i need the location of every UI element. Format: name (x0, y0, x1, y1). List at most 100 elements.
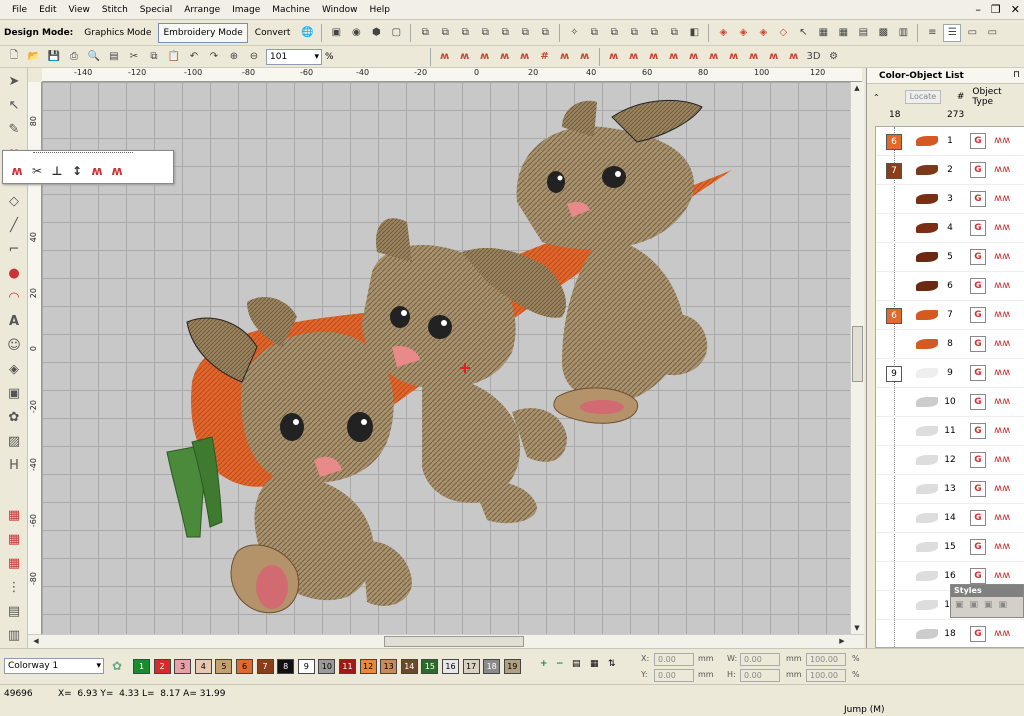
list-item[interactable]: 7 2 Gʍʍ (876, 156, 1024, 185)
list-item[interactable]: 18 Gʍʍ (876, 620, 1024, 647)
menu-special[interactable]: Special (134, 0, 178, 20)
stitch-type-icon[interactable]: ʍ (605, 48, 623, 66)
thread-swatch[interactable]: 13 (380, 659, 398, 674)
open-folder-icon[interactable]: 📂 (25, 48, 43, 66)
stitch-type-icon[interactable]: ʍ (665, 48, 683, 66)
stitch-type-icon[interactable]: ʍ (725, 48, 743, 66)
thread-swatch[interactable]: 19 (503, 659, 521, 674)
grid-tool-icon[interactable]: ▦ (3, 552, 25, 574)
horizontal-scrollbar[interactable]: ◀ ▶ (28, 634, 864, 648)
grid-icon[interactable]: ▦ (814, 24, 832, 42)
layer-icon[interactable]: ⧉ (625, 24, 643, 42)
embroidery-mode-button[interactable]: Embroidery Mode (158, 22, 248, 43)
convert-button[interactable]: Convert (250, 23, 296, 43)
circle-tool-icon[interactable]: ● (3, 262, 25, 284)
stitch-type-icon[interactable]: ʍ (516, 48, 534, 66)
text-tool-icon[interactable]: A (3, 310, 25, 332)
stitch-type-icon[interactable]: ʍ (436, 48, 454, 66)
vertical-scrollbar[interactable]: ▲ ▼ (850, 82, 864, 634)
layer-icon[interactable]: ⧉ (605, 24, 623, 42)
color-palette-icon[interactable]: ◧ (685, 24, 703, 42)
menu-file[interactable]: File (6, 0, 33, 20)
thread-swatch[interactable]: 3 (174, 659, 192, 674)
scroll-left-icon[interactable]: ◀ (30, 635, 42, 647)
stitch-grid-icon[interactable]: # (536, 48, 554, 66)
list-item[interactable]: 4 Gʍʍ (876, 214, 1024, 243)
outline-leaf-icon[interactable]: ◈ (754, 24, 772, 42)
hatch-tool-icon[interactable]: ▨ (3, 430, 25, 452)
thread-swatch[interactable]: 4 (194, 659, 212, 674)
hexagon-icon[interactable]: ⬢ (367, 24, 385, 42)
pointer-icon[interactable]: ↖ (794, 24, 812, 42)
thread-swatch[interactable]: 11 (339, 659, 356, 674)
diamond-tool-icon[interactable]: ◈ (3, 358, 25, 380)
jump-icon[interactable]: ↕ (67, 161, 87, 181)
stitch-type-icon[interactable]: ʍ (476, 48, 494, 66)
thread-swatch[interactable]: 17 (462, 659, 480, 674)
layer-icon[interactable]: ⧉ (456, 24, 474, 42)
thread-swatch[interactable]: 16 (442, 659, 459, 674)
print-icon[interactable]: ⎙ (65, 48, 83, 66)
list-item[interactable]: 10 Gʍʍ (876, 388, 1024, 417)
restore-button[interactable]: ❐ (991, 3, 1001, 16)
minimize-button[interactable]: – (975, 3, 981, 16)
list-item[interactable]: 12 Gʍʍ (876, 446, 1024, 475)
h-percent-field[interactable]: 100.00 (806, 669, 846, 682)
list-item[interactable]: 15 Gʍʍ (876, 533, 1024, 562)
w-percent-field[interactable]: 100.00 (806, 653, 846, 666)
style-icon[interactable]: ▣ (999, 600, 1008, 610)
scroll-down-icon[interactable]: ▼ (851, 622, 863, 634)
style-icon[interactable]: ▣ (970, 600, 979, 610)
scroll-right-icon[interactable]: ▶ (836, 635, 848, 647)
color-box[interactable]: 6 (886, 308, 902, 324)
stitch-type-icon[interactable]: ʍ (107, 161, 127, 181)
list-item[interactable]: 8 Gʍʍ (876, 330, 1024, 359)
stitch-type-icon[interactable]: ʍ (625, 48, 643, 66)
menu-edit[interactable]: Edit (33, 0, 62, 20)
list-item[interactable]: 11 Gʍʍ (876, 417, 1024, 446)
list-item[interactable]: 6 7 Gʍʍ (876, 301, 1024, 330)
locate-button[interactable]: Locate (905, 90, 941, 104)
menu-stitch[interactable]: Stitch (96, 0, 134, 20)
stitch-type-icon[interactable]: ʍ (556, 48, 574, 66)
layer-icon[interactable]: ⧉ (476, 24, 494, 42)
reshape-icon[interactable]: ↖ (3, 94, 25, 116)
vertical-scroll-thumb[interactable] (852, 326, 863, 382)
thread-swatch[interactable]: 14 (400, 659, 418, 674)
list-item[interactable]: 13 Gʍʍ (876, 475, 1024, 504)
thread-swatch[interactable]: 15 (421, 659, 439, 674)
panel-icon[interactable]: ▭ (983, 24, 1001, 42)
polyline-tool-icon[interactable]: ⌐ (3, 238, 25, 260)
list-item[interactable]: 9 9 Gʍʍ (876, 359, 1024, 388)
undo-icon[interactable]: ↶ (185, 48, 203, 66)
stitch-type-icon[interactable]: ʍ (765, 48, 783, 66)
layer-icon[interactable]: ⧉ (665, 24, 683, 42)
zoom-out-icon[interactable]: ⊖ (245, 48, 263, 66)
graphics-mode-button[interactable]: Graphics Mode (79, 23, 156, 43)
flyout-grip[interactable] (33, 152, 133, 155)
thread-swatch[interactable]: 1 (133, 659, 150, 674)
photo-icon[interactable]: ▩ (874, 24, 892, 42)
wrap-icon[interactable]: ▢ (387, 24, 405, 42)
h-field[interactable]: 0.00 (740, 669, 780, 682)
menu-image[interactable]: Image (226, 0, 266, 20)
thread-swatch[interactable]: 7 (256, 659, 274, 674)
panel-icon[interactable]: ▭ (963, 24, 981, 42)
stitch-type-icon[interactable]: ʍ (645, 48, 663, 66)
grid-tool-icon[interactable]: ▦ (3, 504, 25, 526)
color-box[interactable]: 9 (886, 366, 902, 382)
layer-icon[interactable]: ⧉ (585, 24, 603, 42)
line-tool-icon[interactable]: ╱ (3, 214, 25, 236)
image-icon[interactable]: ▤ (854, 24, 872, 42)
thread-sort-icon[interactable]: ⇅ (608, 659, 616, 669)
trim-icon[interactable]: ⊥ (47, 161, 67, 181)
thread-swatch[interactable]: 8 (277, 659, 295, 674)
add-color-icon[interactable]: + (540, 659, 548, 669)
h-tool-icon[interactable]: H (3, 454, 25, 476)
style-icon[interactable]: ▣ (955, 600, 964, 610)
save-icon[interactable]: 💾 (45, 48, 63, 66)
style-icon[interactable]: ▣ (984, 600, 993, 610)
thread-swatch[interactable]: 9 (297, 659, 315, 674)
colorway-select[interactable]: Colorway 1 (4, 658, 104, 674)
pin-icon[interactable]: ⊓ (1013, 70, 1020, 80)
